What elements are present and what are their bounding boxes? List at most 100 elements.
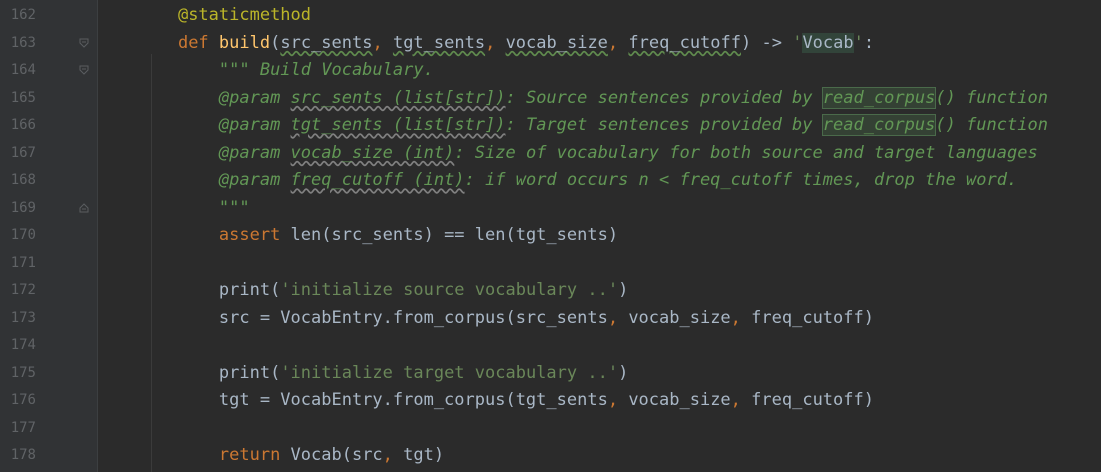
code-token: tgt_sents — [392, 32, 486, 53]
code-line[interactable]: 165 @param src_sents (list[str]): Source… — [0, 85, 1101, 112]
code-text[interactable]: """ Build Vocabulary. — [137, 57, 434, 84]
code-text[interactable]: src = VocabEntry.from_corpus(src_sents, … — [137, 305, 874, 332]
code-token: src = VocabEntry.from_corpus(src_sents — [218, 307, 608, 328]
code-token: vocab_size — [505, 32, 608, 53]
code-token: def — [177, 32, 219, 53]
code-token: freq_cutoff — [628, 32, 741, 53]
code-text[interactable]: return Vocab(src, tgt) — [137, 442, 444, 469]
code-token: () function — [935, 115, 1048, 135]
code-token: , — [607, 307, 629, 328]
code-line[interactable]: 169 """ — [0, 195, 1101, 222]
code-token: , — [382, 445, 404, 465]
code-token: tgt = VocabEntry.from_corpus(tgt_sents — [218, 390, 608, 410]
code-text[interactable]: @param tgt_sents (list[str]): Target sen… — [137, 112, 1048, 139]
code-text[interactable]: print('initialize target vocabulary ..') — [137, 360, 628, 387]
code-line[interactable]: 164 """ Build Vocabulary. — [0, 57, 1101, 84]
code-token: ( — [270, 32, 281, 53]
code-token: , — [485, 32, 506, 53]
code-token: ) -> — [741, 32, 793, 53]
code-text[interactable]: @param vocab_size (int): Size of vocabul… — [137, 140, 1038, 167]
code-token: 'initialize source vocabulary ..' — [280, 280, 619, 300]
code-token: : Source sentences provided by — [505, 87, 823, 108]
code-line[interactable]: 178 return Vocab(src, tgt) — [0, 442, 1101, 469]
code-line[interactable]: 166 @param tgt_sents (list[str]): Target… — [0, 112, 1101, 139]
code-line[interactable]: 173 src = VocabEntry.from_corpus(src_sen… — [0, 305, 1101, 332]
code-text[interactable]: @param freq_cutoff (int): if word occurs… — [137, 167, 1017, 194]
code-token: : — [863, 32, 875, 53]
code-token: ' — [853, 32, 864, 53]
code-token: """ Build Vocabulary. — [218, 60, 434, 80]
code-token: () function — [935, 87, 1048, 108]
code-text[interactable]: tgt = VocabEntry.from_corpus(tgt_sents, … — [137, 387, 874, 414]
line-number: 176 — [10, 392, 36, 408]
fold-open-icon[interactable] — [79, 38, 89, 48]
code-token: src_sents — [280, 32, 373, 53]
code-token: assert — [218, 225, 291, 245]
code-line[interactable]: 167 @param vocab_size (int): Size of voc… — [0, 140, 1101, 167]
code-text[interactable]: print('initialize source vocabulary ..') — [137, 277, 628, 304]
code-text[interactable]: @param src_sents (list[str]): Source sen… — [137, 85, 1048, 112]
code-token: tgt) — [403, 445, 445, 465]
line-number: 163 — [10, 34, 36, 51]
code-line[interactable]: 171 — [0, 250, 1101, 277]
fold-open-icon[interactable] — [79, 65, 89, 75]
line-number: 172 — [10, 282, 36, 298]
code-text[interactable]: """ — [137, 195, 250, 222]
line-number: 164 — [10, 62, 36, 78]
code-token: read_corpus — [821, 86, 937, 109]
code-token: , — [730, 390, 752, 410]
code-text[interactable]: assert len(src_sents) == len(tgt_sents) — [137, 222, 618, 249]
line-number: 170 — [10, 227, 36, 243]
code-token: @param — [218, 115, 291, 135]
code-token: @param — [218, 142, 291, 163]
line-number: 173 — [10, 309, 36, 326]
line-number: 177 — [10, 419, 36, 436]
line-number: 166 — [10, 117, 36, 133]
code-token: len(src_sents) == len(tgt_sents) — [290, 225, 619, 245]
code-line[interactable]: 168 @param freq_cutoff (int): if word oc… — [0, 167, 1101, 194]
line-number: 165 — [10, 89, 36, 106]
code-token: freq_cutoff) — [751, 307, 874, 328]
code-line[interactable]: 176 tgt = VocabEntry.from_corpus(tgt_sen… — [0, 387, 1101, 414]
line-number: 175 — [10, 364, 36, 381]
line-number: 168 — [10, 172, 36, 188]
code-token: build — [218, 32, 271, 53]
code-token: print( — [218, 280, 281, 300]
fold-close-icon[interactable] — [79, 202, 89, 213]
code-token: src_sents (list[str]) — [290, 87, 506, 108]
code-token: return — [218, 445, 291, 465]
code-line[interactable]: 172 print('initialize source vocabulary … — [0, 277, 1101, 304]
code-token: ) — [618, 280, 629, 300]
code-line[interactable]: 174 — [0, 332, 1101, 359]
code-line[interactable]: 170 assert len(src_sents) == len(tgt_sen… — [0, 222, 1101, 249]
code-token: Vocab(src — [290, 445, 383, 465]
code-token: @param — [218, 170, 291, 190]
code-token: ' — [792, 32, 803, 53]
code-line[interactable]: 177 — [0, 415, 1101, 442]
line-number: 171 — [10, 254, 36, 271]
code-editor[interactable]: 162 @staticmethod 163 def build(src_sents… — [0, 0, 1101, 472]
code-token: , — [372, 32, 393, 53]
code-token: vocab_size (int) — [290, 142, 455, 163]
code-token: : Target sentences provided by — [505, 115, 823, 135]
code-token: : if word occurs n < freq_cutoff times, … — [464, 170, 1018, 190]
code-text[interactable]: @staticmethod — [137, 2, 311, 29]
line-number: 162 — [10, 7, 36, 23]
code-line[interactable]: 175 print('initialize target vocabulary … — [0, 360, 1101, 387]
code-text[interactable]: def build(src_sents, tgt_sents, vocab_si… — [137, 30, 874, 57]
code-token: @staticmethod — [177, 5, 312, 25]
code-token: print( — [218, 362, 281, 383]
code-line[interactable]: 163 def build(src_sents, tgt_sents, voca… — [0, 30, 1101, 57]
code-token: : Size of vocabulary for both source and… — [454, 142, 1038, 163]
code-line[interactable]: 162 @staticmethod — [0, 2, 1101, 29]
code-token: read_corpus — [821, 114, 937, 136]
line-number: 169 — [10, 199, 36, 216]
